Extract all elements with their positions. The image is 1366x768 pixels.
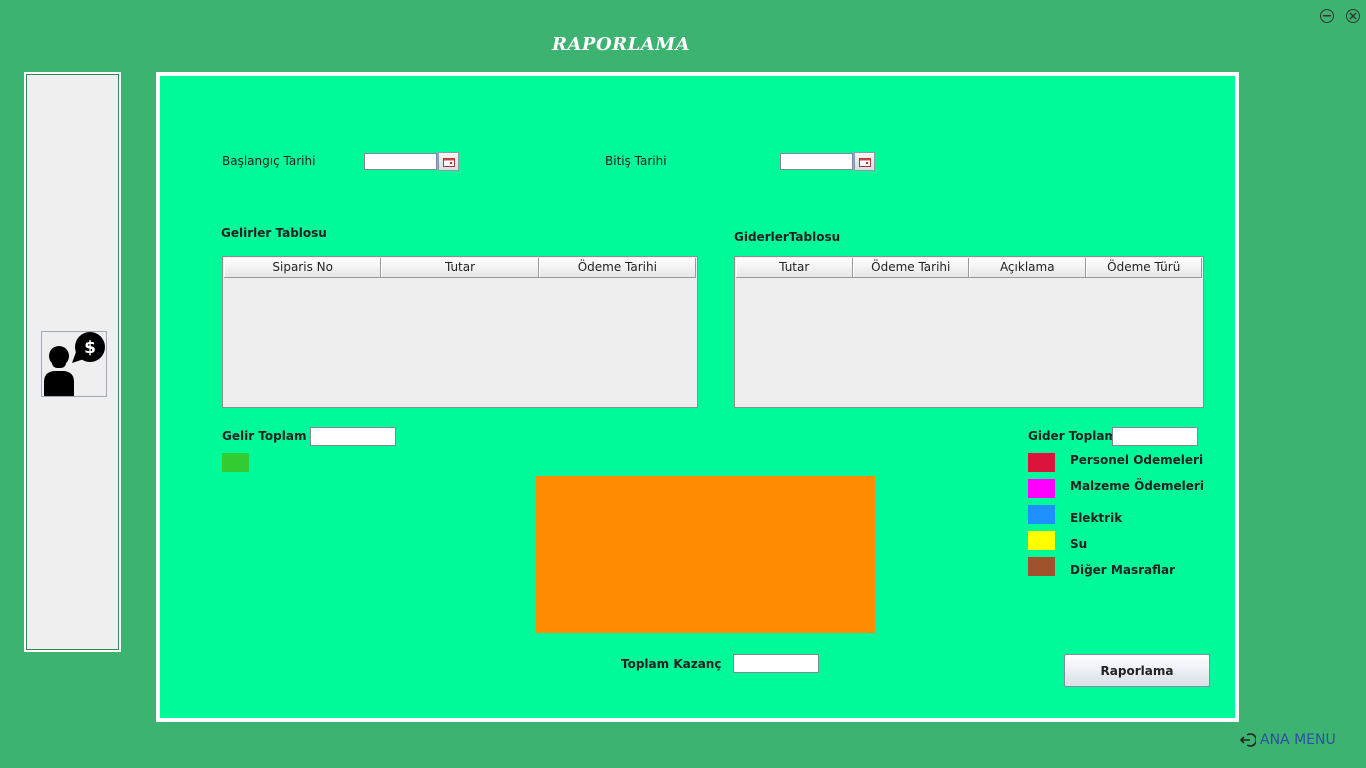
ana-menu-label: ANA MENU — [1260, 732, 1336, 748]
income-color-swatch — [222, 453, 249, 472]
sign-in-icon — [1240, 733, 1256, 747]
income-table[interactable]: Siparis No Tutar Ödeme Tarihi — [222, 256, 698, 408]
end-date-calendar-button[interactable] — [854, 152, 875, 171]
legend-label-diger: Diğer Masraflar — [1070, 563, 1176, 577]
calendar-icon — [858, 157, 871, 167]
end-date-input[interactable] — [780, 153, 853, 170]
legend-label-su: Su — [1070, 537, 1088, 551]
legend-swatch-elektrik — [1028, 505, 1055, 524]
legend-swatch-su — [1028, 531, 1055, 550]
ana-menu-link[interactable]: ANA MENU — [1240, 732, 1336, 748]
expense-table-header: Tutar Ödeme Tarihi Açıklama Ödeme Türü — [736, 258, 1202, 278]
expense-col-tutar[interactable]: Tutar — [736, 258, 853, 277]
expense-col-odeme-turu[interactable]: Ödeme Türü — [1085, 258, 1202, 277]
start-date-input[interactable] — [364, 153, 437, 170]
total-profit-label: Toplam Kazanç — [621, 657, 722, 671]
report-panel: Başlangıç Tarihi Bitiş Tarihi Gelirler T… — [156, 72, 1239, 722]
expense-total-field[interactable] — [1112, 427, 1198, 446]
income-table-title: Gelirler Tablosu — [221, 226, 327, 240]
chart-area — [536, 476, 875, 633]
end-date-label: Bitiş Tarihi — [605, 154, 667, 168]
start-date-calendar-button[interactable] — [438, 152, 459, 171]
legend-swatch-malzeme — [1028, 479, 1055, 498]
income-total-label: Gelir Toplam — [222, 429, 307, 443]
expense-table[interactable]: Tutar Ödeme Tarihi Açıklama Ödeme Türü — [734, 256, 1204, 408]
legend-swatch-personel — [1028, 453, 1055, 472]
raporlama-button[interactable]: Raporlama — [1064, 654, 1210, 687]
expense-col-odeme-tarihi[interactable]: Ödeme Tarihi — [852, 258, 969, 277]
calendar-icon — [442, 157, 455, 167]
total-profit-field[interactable] — [733, 654, 819, 673]
legend-swatch-diger — [1028, 557, 1055, 576]
income-col-odeme-tarihi[interactable]: Ödeme Tarihi — [538, 258, 696, 277]
sidebar: $ — [24, 72, 121, 652]
expense-col-aciklama[interactable]: Açıklama — [969, 258, 1086, 277]
svg-text:$: $ — [84, 338, 96, 358]
window-title: RAPORLAMA — [552, 34, 691, 55]
legend-label-elektrik: Elektrik — [1070, 511, 1123, 525]
income-col-tutar[interactable]: Tutar — [381, 258, 539, 277]
legend-label-malzeme: Malzeme Ödemeleri — [1070, 479, 1204, 493]
close-icon[interactable] — [1346, 9, 1360, 23]
income-total-field[interactable] — [310, 427, 396, 446]
expense-table-title: GiderlerTablosu — [734, 230, 841, 244]
expense-total-label: Gider Toplam — [1028, 429, 1117, 443]
income-col-siparis-no[interactable]: Siparis No — [224, 258, 382, 277]
legend-label-personel: Personel Odemeleri — [1070, 453, 1204, 467]
start-date-label: Başlangıç Tarihi — [222, 154, 316, 168]
sidebar-accounting-button[interactable]: $ — [41, 331, 107, 397]
user-dollar-icon: $ — [44, 332, 105, 396]
income-table-header: Siparis No Tutar Ödeme Tarihi — [224, 258, 696, 278]
minimize-icon[interactable] — [1320, 9, 1334, 23]
